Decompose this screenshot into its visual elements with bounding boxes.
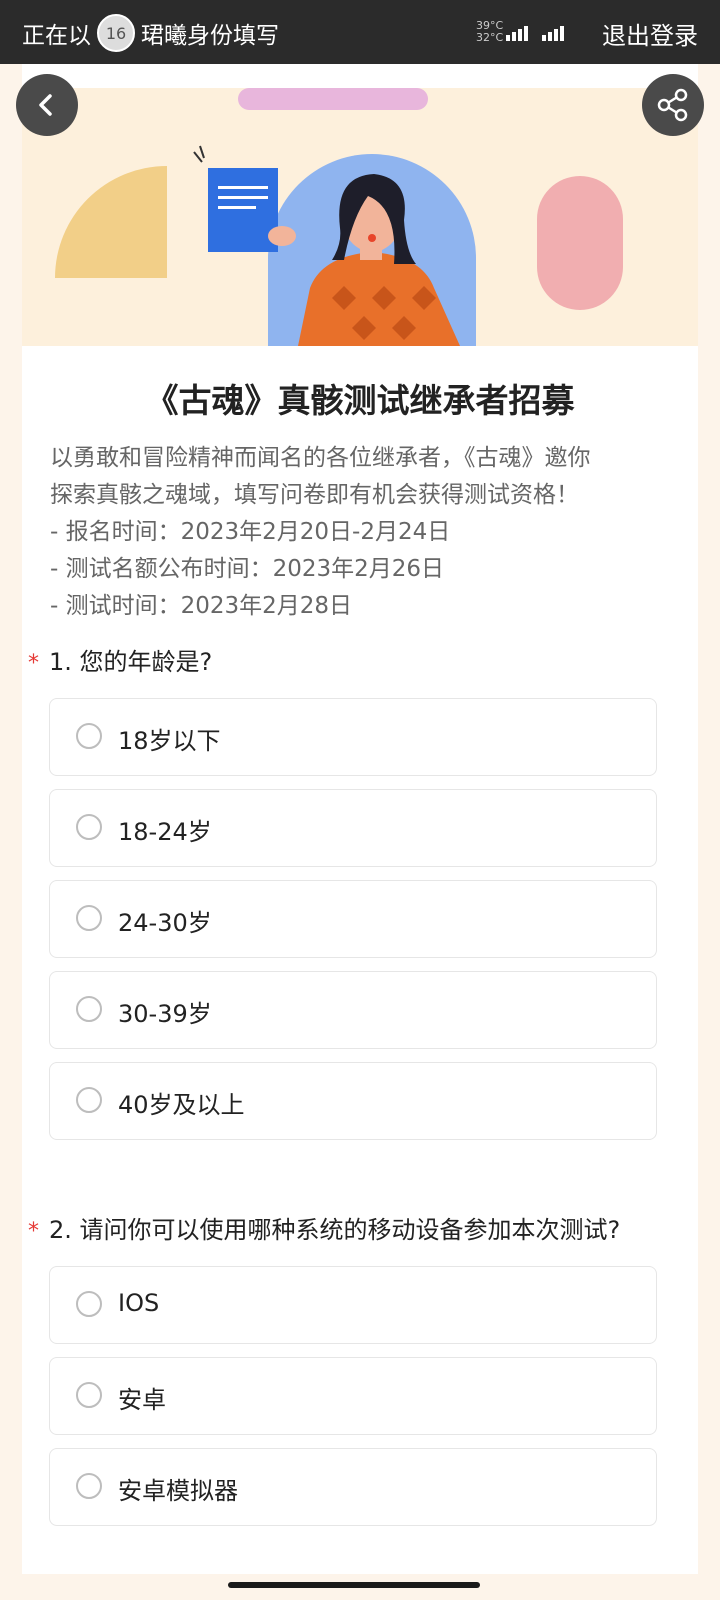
- temperature-readout: 39°C 32°C: [476, 20, 503, 44]
- option-label: 18岁以下: [118, 727, 221, 755]
- survey-intro: 以勇敢和冒险精神而闻名的各位继承者，《古魂》邀你 探索真骸之魂域，填写问卷即有机…: [50, 440, 680, 625]
- intro-line: - 报名时间：2023年2月20日-2月24日: [50, 519, 451, 545]
- intro-line: - 测试名额公布时间：2023年2月26日: [50, 556, 445, 582]
- intro-line: 以勇敢和冒险精神而闻名的各位继承者，《古魂》邀你: [50, 445, 591, 471]
- identity-text: 珺曦身份填写: [141, 23, 279, 49]
- option-q1-4[interactable]: 30-39岁: [49, 971, 657, 1049]
- option-label: 40岁及以上: [118, 1091, 245, 1119]
- status-left-text: 正在以: [22, 23, 91, 49]
- option-q1-3[interactable]: 24-30岁: [49, 880, 657, 958]
- logout-button[interactable]: 退出登录: [602, 16, 698, 51]
- banner-illustration: [55, 88, 623, 346]
- survey-banner: [22, 88, 698, 346]
- radio-circle-icon[interactable]: [76, 1473, 102, 1499]
- radio-circle-icon[interactable]: [76, 1087, 102, 1113]
- back-button[interactable]: [16, 74, 78, 136]
- radio-circle-icon[interactable]: [76, 996, 102, 1022]
- option-q2-3[interactable]: 安卓模拟器: [49, 1448, 657, 1526]
- radio-circle-icon[interactable]: [76, 814, 102, 840]
- required-mark: *: [28, 1219, 39, 1244]
- question-text: 2. 请问你可以使用哪种系统的移动设备参加本次测试?: [49, 1216, 621, 1244]
- option-label: 安卓模拟器: [118, 1477, 238, 1505]
- option-q1-1[interactable]: 18岁以下: [49, 698, 657, 776]
- avatar: 16: [97, 14, 135, 52]
- radio-circle-icon[interactable]: [76, 1291, 102, 1317]
- option-q2-1[interactable]: IOS: [49, 1266, 657, 1344]
- option-label: 24-30岁: [118, 909, 212, 937]
- option-q1-5[interactable]: 40岁及以上: [49, 1062, 657, 1140]
- intro-line: 探索真骸之魂域，填写问卷即有机会获得测试资格！: [50, 482, 579, 508]
- survey-card: 《古魂》真骸测试继承者招募 以勇敢和冒险精神而闻名的各位继承者，《古魂》邀你 探…: [22, 64, 698, 1574]
- signal-icon: [506, 26, 528, 41]
- option-q2-2[interactable]: 安卓: [49, 1357, 657, 1435]
- home-indicator[interactable]: [228, 1582, 480, 1588]
- question-1-label: * 1. 您的年龄是?: [28, 642, 212, 677]
- temp-low: 32°C: [476, 31, 504, 44]
- status-identity: 正在以 16 珺曦身份填写: [22, 14, 279, 52]
- question-text: 1. 您的年龄是?: [49, 648, 213, 676]
- share-icon: [657, 88, 688, 122]
- radio-circle-icon[interactable]: [76, 723, 102, 749]
- option-q1-2[interactable]: 18-24岁: [49, 789, 657, 867]
- share-button[interactable]: [642, 74, 704, 136]
- radio-circle-icon[interactable]: [76, 1382, 102, 1408]
- chevron-left-icon: [39, 94, 52, 116]
- option-label: 安卓: [118, 1386, 166, 1414]
- question-2-label: * 2. 请问你可以使用哪种系统的移动设备参加本次测试?: [28, 1210, 620, 1245]
- radio-circle-icon[interactable]: [76, 905, 102, 931]
- option-label: IOS: [118, 1289, 160, 1317]
- option-label: 18-24岁: [118, 818, 212, 846]
- signal-icon: [542, 26, 564, 41]
- option-label: 30-39岁: [118, 1000, 212, 1028]
- status-bar: 正在以 16 珺曦身份填写 39°C 32°C 退出登录: [0, 0, 720, 64]
- intro-line: - 测试时间：2023年2月28日: [50, 593, 353, 619]
- survey-title: 《古魂》真骸测试继承者招募: [145, 381, 575, 420]
- required-mark: *: [28, 651, 39, 676]
